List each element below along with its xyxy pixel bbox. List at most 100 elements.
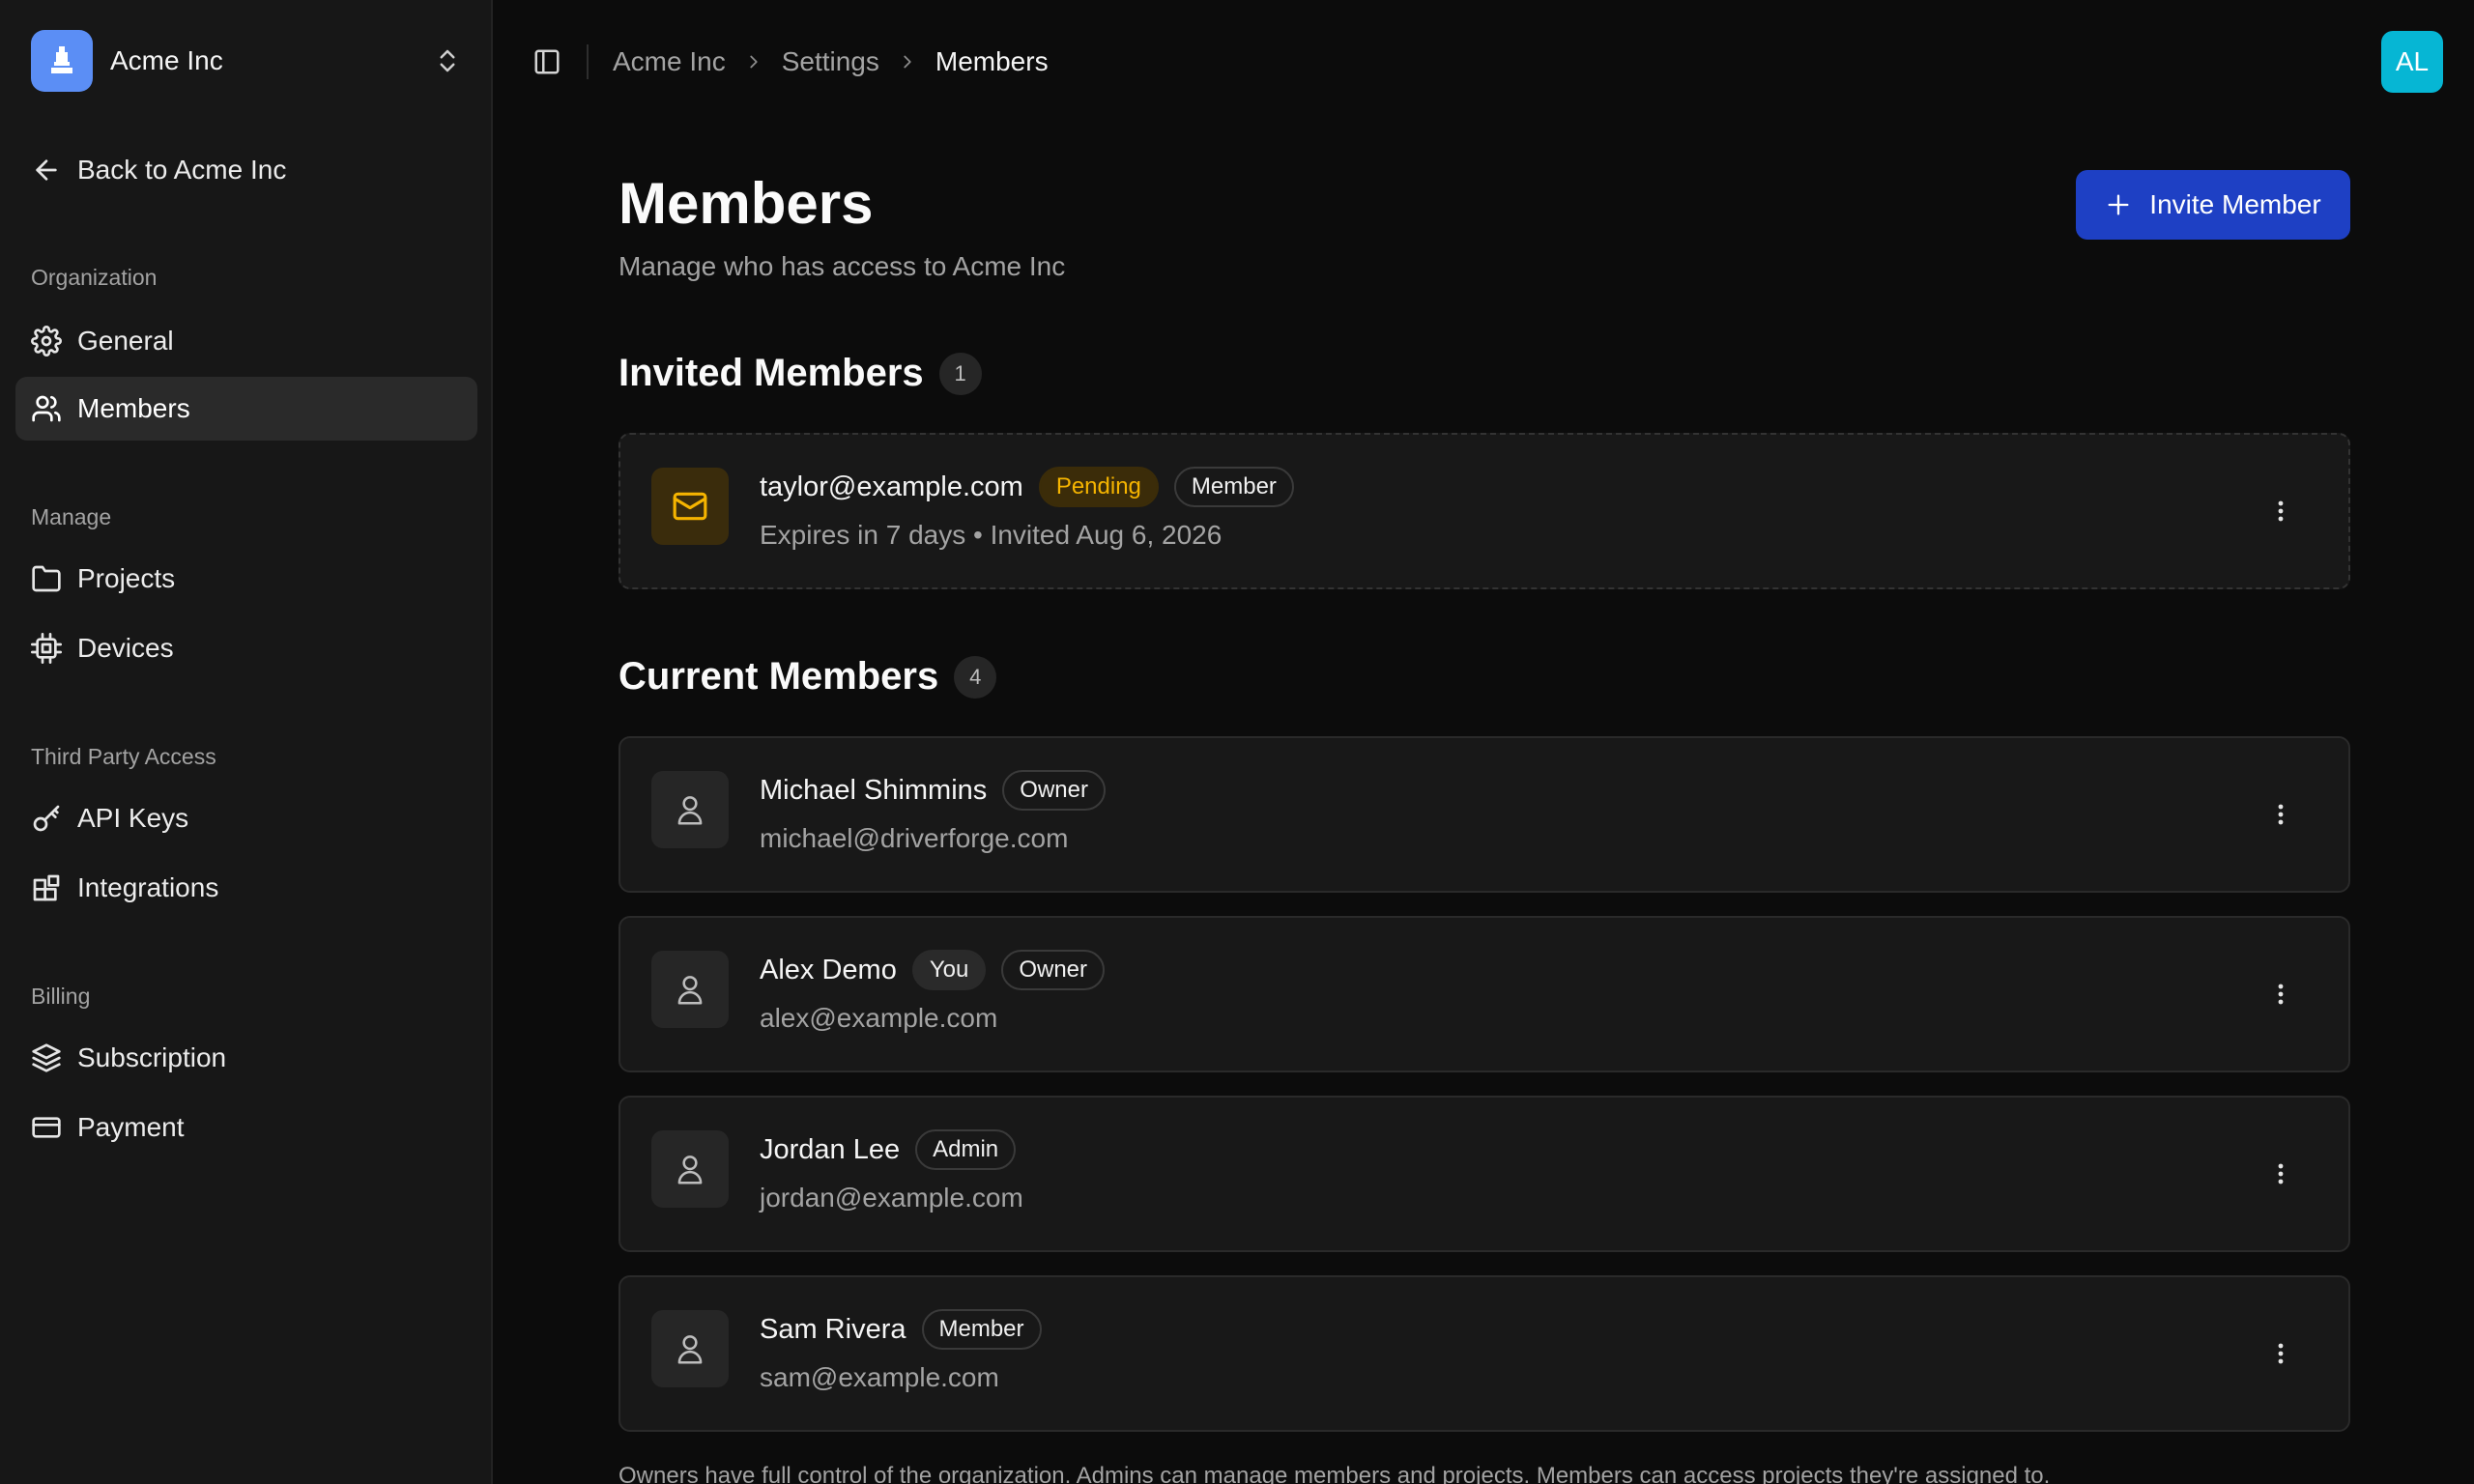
breadcrumb-org[interactable]: Acme Inc [613,46,726,77]
more-options-button[interactable] [2263,797,2298,832]
role-badge: Owner [1002,770,1106,811]
blocks-icon [31,872,77,903]
plus-icon [2105,191,2149,218]
more-options-button[interactable] [2263,1156,2298,1191]
sidebar-item-label: Subscription [77,1042,227,1072]
section-label-third-party: Third Party Access [31,744,216,769]
user-icon [651,1310,729,1387]
role-badge: Admin [915,1129,1017,1170]
invite-card-title-row: taylor@example.com Pending Member [760,466,1294,508]
member-card: Jordan Lee Admin jordan@example.com [618,1096,2350,1252]
sidebar-item-payment[interactable]: Payment [15,1096,477,1159]
back-to-org-link[interactable]: Back to Acme Inc [15,139,477,201]
member-name: Michael Shimmins [760,774,988,806]
member-name: Alex Demo [760,954,897,985]
more-options-button[interactable] [2263,494,2298,528]
member-email: sam@example.com [760,1362,999,1392]
sidebar-item-general[interactable]: General [15,309,477,373]
sidebar-toggle-button[interactable] [528,43,566,81]
more-vertical-icon [2277,1342,2285,1365]
topbar-divider [587,44,589,79]
arrow-left-icon [31,155,77,186]
more-vertical-icon [2277,983,2285,1006]
member-email: michael@driverforge.com [760,823,1069,853]
more-options-button[interactable] [2263,1336,2298,1371]
more-vertical-icon [2277,499,2285,523]
sidebar-item-integrations[interactable]: Integrations [15,856,477,920]
sidebar-item-label: Integrations [77,872,219,902]
breadcrumb-settings[interactable]: Settings [782,46,879,77]
invited-members-header: Invited Members 1 [618,352,982,395]
user-icon [651,771,729,848]
section-label-billing: Billing [31,984,91,1009]
current-members-header: Current Members 4 [618,655,997,699]
chevrons-up-down-icon [433,46,462,75]
invited-count-badge: 1 [938,352,982,395]
chevron-right-icon [879,51,935,72]
member-name: Sam Rivera [760,1313,906,1345]
back-link-label: Back to Acme Inc [77,155,287,185]
key-icon [31,803,77,834]
sidebar-item-devices[interactable]: Devices [15,616,477,680]
breadcrumb: Acme Inc Settings Members [613,43,1049,81]
member-email: alex@example.com [760,1003,998,1033]
layers-icon [31,1042,77,1073]
invite-card: taylor@example.com Pending Member Expire… [618,433,2350,589]
sidebar-item-label: Devices [77,633,174,663]
folder-icon [31,563,77,594]
member-title-row: Michael Shimmins Owner [760,769,1106,812]
invited-members-heading: Invited Members [618,352,924,394]
more-vertical-icon [2277,1162,2285,1185]
credit-card-icon [31,1112,77,1143]
member-name: Jordan Lee [760,1133,901,1165]
users-icon [31,393,77,424]
breadcrumb-current: Members [935,46,1049,76]
member-card: Sam Rivera Member sam@example.com [618,1275,2350,1432]
sidebar: Acme Inc Back to Acme Inc Organization G… [0,0,493,1484]
more-options-button[interactable] [2263,977,2298,1012]
sidebar-item-label: Payment [77,1112,185,1142]
page-subtitle: Manage who has access to Acme Inc [618,251,1066,281]
chevron-right-icon [726,51,782,72]
page-title: Members [618,171,874,236]
you-badge: You [911,950,987,990]
role-badge: Owner [1001,950,1106,990]
role-badge: Member [921,1309,1042,1350]
user-avatar[interactable]: AL [2381,31,2443,93]
org-name: Acme Inc [110,45,223,75]
invite-email: taylor@example.com [760,471,1023,502]
roles-footnote: Owners have full control of the organiza… [618,1463,2051,1484]
member-title-row: Sam Rivera Member [760,1308,1042,1351]
topbar: Acme Inc Settings Members AL [495,0,2474,124]
sidebar-item-label: Members [77,393,190,423]
gear-icon [31,326,77,357]
user-icon [651,951,729,1028]
invite-member-button[interactable]: Invite Member [2076,170,2350,240]
member-card: Michael Shimmins Owner michael@driverfor… [618,736,2350,893]
section-label-manage: Manage [31,504,112,529]
org-logo-icon [31,30,93,92]
member-title-row: Alex Demo You Owner [760,949,1106,991]
invite-detail: Expires in 7 days • Invited Aug 6, 2026 [760,520,1223,550]
section-label-organization: Organization [31,265,158,290]
sidebar-item-projects[interactable]: Projects [15,547,477,611]
role-badge: Member [1173,467,1294,507]
sidebar-item-subscription[interactable]: Subscription [15,1026,477,1090]
sidebar-item-label: API Keys [77,803,189,833]
status-badge: Pending [1038,467,1159,507]
current-count-badge: 4 [954,655,997,699]
member-title-row: Jordan Lee Admin [760,1128,1017,1171]
org-switcher[interactable]: Acme Inc [15,15,477,106]
sidebar-item-label: Projects [77,563,176,593]
user-icon [651,1130,729,1208]
panel-left-icon [532,47,561,76]
more-vertical-icon [2277,803,2285,826]
sidebar-item-members[interactable]: Members [15,377,477,441]
member-card: Alex Demo You Owner alex@example.com [618,916,2350,1072]
sidebar-item-label: General [77,326,174,356]
member-email: jordan@example.com [760,1183,1023,1213]
current-members-heading: Current Members [618,655,939,698]
sidebar-item-api-keys[interactable]: API Keys [15,786,477,850]
mail-icon [651,468,729,545]
chip-icon [31,633,77,664]
